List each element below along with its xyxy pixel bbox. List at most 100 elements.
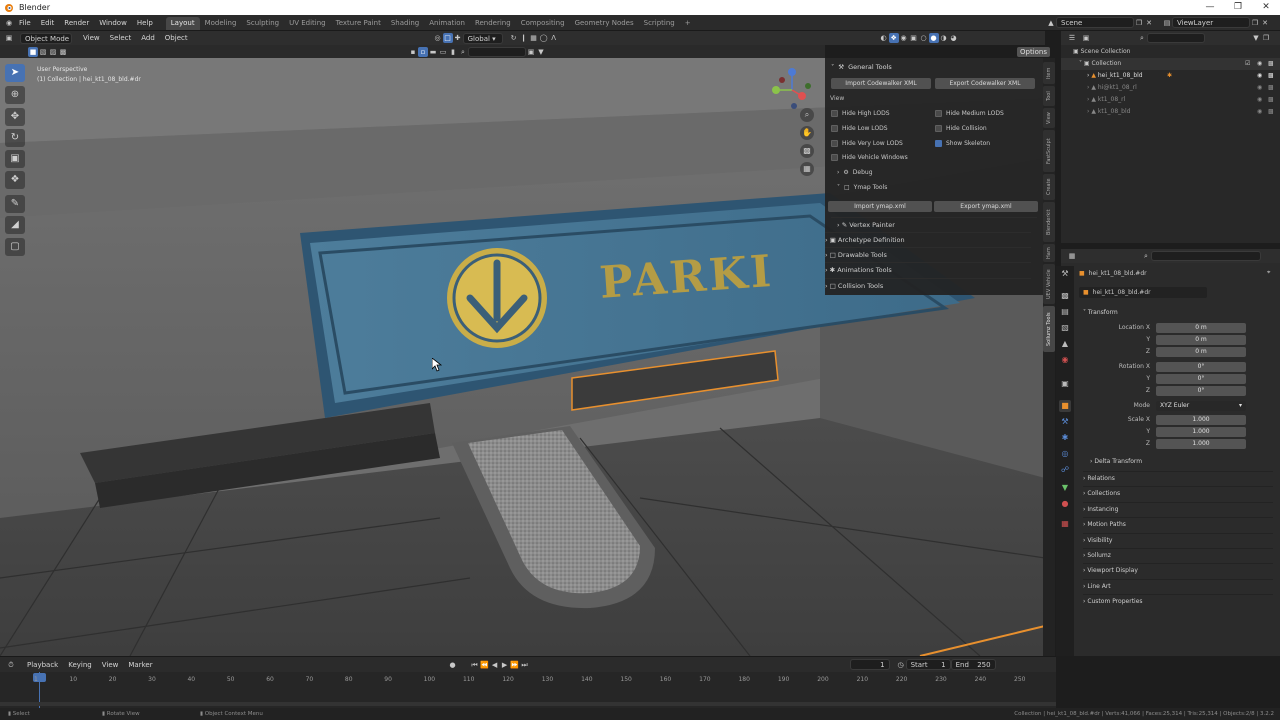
select-new-icon[interactable]: ■ [28, 46, 38, 57]
jump-end-icon[interactable]: ⏭ [520, 660, 530, 670]
outliner-search-input[interactable] [1147, 33, 1205, 43]
tab-add-workspace[interactable]: + [680, 17, 696, 30]
vertex-painter-subpanel[interactable]: › ✎ Vertex Painter [831, 217, 1037, 231]
tab-sollumz-tools[interactable]: Sollumz Tools [1043, 306, 1055, 352]
restore-icon[interactable]: ❐ [1224, 0, 1252, 15]
timeline-menu-view[interactable]: View [97, 657, 124, 673]
tab-item[interactable]: Item [1043, 62, 1055, 84]
tab-animation[interactable]: Animation [424, 17, 470, 30]
snap-edge-icon[interactable]: ▬ [428, 47, 438, 57]
tab-scripting[interactable]: Scripting [639, 17, 680, 30]
transform-panel-header[interactable]: ˅ Transform [1083, 306, 1273, 319]
scene-collection-row[interactable]: ▣ Scene Collection [1061, 46, 1280, 58]
outliner-editor-icon[interactable]: ☰ [1067, 33, 1077, 43]
tab-ham[interactable]: Ham [1043, 244, 1055, 262]
section-viewport-display[interactable]: › Viewport Display [1083, 563, 1273, 577]
tab-create[interactable]: Create [1043, 174, 1055, 200]
physics-tab-icon[interactable]: ◎ [1059, 448, 1071, 460]
overlay-icon[interactable]: ◉ [899, 33, 909, 43]
timeline-scrollbar[interactable] [0, 702, 1056, 706]
display-mode-icon[interactable]: ▣ [1081, 33, 1091, 43]
scale-y-field[interactable]: 1.000 [1156, 427, 1246, 437]
hide-high-lods-checkbox[interactable]: Hide High LODS [831, 109, 890, 118]
tab-sculpting[interactable]: Sculpting [241, 17, 284, 30]
camera-icon[interactable]: ▩ [1268, 58, 1274, 70]
hide-collision-checkbox[interactable]: Hide Collision [935, 124, 987, 133]
transform-tool-icon[interactable]: ❖ [5, 171, 25, 189]
viewport-menu-select[interactable]: Select [105, 30, 137, 46]
rotation-y-field[interactable]: 0° [1156, 374, 1246, 384]
shading-rendered-icon[interactable]: ◕ [949, 33, 959, 43]
viewport-menu-object[interactable]: Object [160, 30, 193, 46]
eye-icon[interactable]: ◉ [1257, 82, 1262, 94]
pivot-icon[interactable]: ◎ [433, 33, 443, 43]
properties-search-input[interactable] [1151, 251, 1261, 261]
output-tab-icon[interactable]: ▤ [1059, 306, 1071, 318]
import-codewalker-xml-button[interactable]: Import Codewalker XML [831, 78, 931, 89]
show-skeleton-checkbox[interactable]: Show Skeleton [935, 139, 990, 148]
scale-x-field[interactable]: 1.000 [1156, 415, 1246, 425]
outliner-item[interactable]: › ▲ kt1_08_bld ◉ ▩ [1061, 106, 1280, 118]
section-instancing[interactable]: › Instancing [1083, 501, 1273, 516]
new-scene-icon[interactable]: ❐ [1134, 18, 1144, 28]
eye-icon[interactable]: ◉ [1257, 94, 1262, 106]
annotate-tool-icon[interactable]: ✎ [5, 195, 25, 213]
data-tab-icon[interactable]: ▼ [1059, 482, 1071, 494]
select-box-icon[interactable]: □ [442, 33, 453, 43]
delta-transform-panel[interactable]: › Delta Transform [1090, 456, 1142, 468]
pin-icon[interactable]: ⌖ [1267, 269, 1270, 277]
import-ymap-button[interactable]: Import ymap.xml [828, 201, 932, 212]
object-data-field[interactable]: ■ hei_kt1_08_bld.#dr [1079, 287, 1207, 298]
location-x-field[interactable]: 0 m [1156, 323, 1246, 333]
checkbox-checked-icon[interactable]: ☑ [1245, 58, 1250, 70]
view-layer-selector[interactable]: ▤ ViewLayer ❐ ✕ [1162, 17, 1270, 28]
record-icon[interactable]: ● [448, 660, 458, 670]
tab-blenderkit[interactable]: Blenderkit [1043, 202, 1055, 242]
rotate-tool-icon[interactable]: ↻ [5, 129, 25, 147]
options-button[interactable]: Options [1017, 47, 1051, 57]
collection-row[interactable]: ˅ ▣ Collection ☑ ◉ ▩ [1061, 58, 1280, 70]
shading-material-icon[interactable]: ◑ [939, 33, 949, 43]
scale-tool-icon[interactable]: ▣ [5, 150, 25, 168]
hide-low-lods-checkbox[interactable]: Hide Low LODS [831, 124, 888, 133]
animations-tools-panel[interactable]: › ✱ Animations Tools [825, 262, 1031, 276]
tab-texture-paint[interactable]: Texture Paint [331, 17, 386, 30]
navigation-gizmo-icon[interactable] [768, 66, 816, 114]
tab-shading[interactable]: Shading [386, 17, 424, 30]
delete-view-layer-icon[interactable]: ✕ [1260, 18, 1270, 28]
rotation-mode-dropdown[interactable]: XYZ Euler ▾ [1156, 401, 1246, 411]
menu-file[interactable]: File [14, 15, 36, 31]
object-name-row[interactable]: ■ hei_kt1_08_bld.#dr ⌖ [1079, 267, 1275, 279]
section-line-art[interactable]: › Line Art [1083, 578, 1273, 593]
select-subtract-icon[interactable]: ▨ [48, 47, 58, 57]
outliner-item[interactable]: › ▲ kt1_08_rl ◉ ▩ [1061, 94, 1280, 106]
select-invert-icon[interactable]: ▩ [58, 47, 68, 57]
viewport-search-input[interactable] [468, 46, 526, 57]
timeline-menu-marker[interactable]: Marker [123, 657, 157, 673]
orientation-dropdown[interactable]: Global ▾ [462, 32, 503, 44]
location-y-field[interactable]: 0 m [1156, 335, 1246, 345]
tab-geometry-nodes[interactable]: Geometry Nodes [570, 17, 639, 30]
viewport-menu-add[interactable]: Add [136, 30, 160, 46]
tab-uv-editing[interactable]: UV Editing [284, 17, 331, 30]
xray-icon[interactable]: ▣ [909, 33, 919, 43]
constraints-tab-icon[interactable]: ☍ [1059, 464, 1071, 476]
filter-icon[interactable]: ▼ [1251, 33, 1261, 43]
ymap-tools-subpanel[interactable]: ˅ □ Ymap Tools [837, 184, 887, 191]
menu-edit[interactable]: Edit [36, 15, 60, 31]
play-reverse-icon[interactable]: ◀ [490, 660, 500, 670]
section-motion-paths[interactable]: › Motion Paths [1083, 517, 1273, 531]
camera-icon[interactable]: ▩ [1268, 70, 1274, 82]
drawable-tools-panel[interactable]: › □ Drawable Tools [825, 247, 1031, 261]
hide-very-low-lods-checkbox[interactable]: Hide Very Low LODS [831, 139, 903, 148]
snap-volume-icon[interactable]: ▮ [448, 47, 458, 57]
timeline-menu-playback[interactable]: Playback [22, 657, 63, 673]
minimize-icon[interactable]: — [1196, 0, 1224, 15]
section-custom-properties[interactable]: › Custom Properties [1083, 594, 1273, 608]
section-collections[interactable]: › Collections [1083, 486, 1273, 500]
menu-window[interactable]: Window [94, 15, 132, 31]
current-frame-field[interactable]: 1 [849, 659, 890, 670]
camera-icon[interactable]: ▩ [1268, 94, 1274, 106]
outliner-item[interactable]: › ▲ hi@kt1_08_rl ◉ ▩ [1061, 82, 1280, 94]
editor-type-icon[interactable]: ▣ [4, 33, 14, 43]
